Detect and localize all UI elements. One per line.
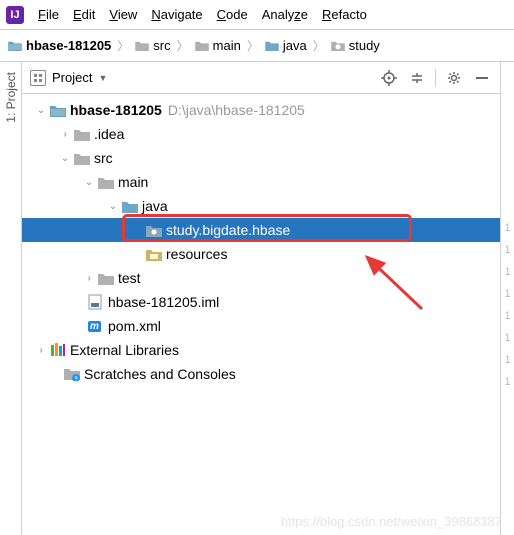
tree-label: src xyxy=(94,150,113,166)
expand-arrow-icon[interactable]: ⌄ xyxy=(58,151,72,165)
crumb-label: study xyxy=(349,38,380,53)
folder-icon xyxy=(195,40,209,51)
expand-arrow-icon[interactable]: ⌄ xyxy=(82,175,96,189)
crumb-label: java xyxy=(283,38,307,53)
expand-arrow-icon[interactable]: ⌄ xyxy=(106,199,120,213)
hide-icon[interactable] xyxy=(472,68,492,88)
chevron-down-icon: ▼ xyxy=(98,73,107,83)
crumb-label: main xyxy=(213,38,241,53)
expand-arrow-icon[interactable]: › xyxy=(34,343,48,357)
gutter-num: 1 xyxy=(504,222,510,234)
expand-arrow-icon[interactable]: › xyxy=(58,127,72,141)
maven-file-icon: m xyxy=(88,320,104,333)
tree-node-src[interactable]: ⌄ src xyxy=(22,146,500,170)
tree-node-external-libs[interactable]: › External Libraries xyxy=(22,338,500,362)
sidebar-tab-project[interactable]: 1: Project xyxy=(0,62,22,535)
project-tree: ⌄ hbase-181205 D:\java\hbase-181205 › .i… xyxy=(22,94,500,390)
tree-node-root[interactable]: ⌄ hbase-181205 D:\java\hbase-181205 xyxy=(22,98,500,122)
tree-node-iml[interactable]: › hbase-181205.iml xyxy=(22,290,500,314)
project-panel: Project ▼ ⌄ hbase-181205 D:\ xyxy=(22,62,500,535)
tree-label: External Libraries xyxy=(70,342,179,358)
gear-icon[interactable] xyxy=(444,68,464,88)
iml-file-icon xyxy=(88,296,104,309)
gutter-num: 1 xyxy=(504,244,510,256)
tree-label: java xyxy=(142,198,168,214)
tree-label: resources xyxy=(166,246,227,262)
sidebar-tab-label: 1: Project xyxy=(4,72,18,123)
chevron-right-icon: 〉 xyxy=(175,37,191,54)
locate-icon[interactable] xyxy=(379,68,399,88)
tree-label: test xyxy=(118,270,141,286)
crumb-label: hbase-181205 xyxy=(26,38,111,53)
menu-file[interactable]: File xyxy=(38,7,59,22)
chevron-right-icon: 〉 xyxy=(245,37,261,54)
tree-label: Scratches and Consoles xyxy=(84,366,236,382)
package-icon xyxy=(331,40,345,51)
resources-folder-icon xyxy=(146,248,162,261)
gutter-num: 1 xyxy=(504,266,510,278)
crumb-study[interactable]: study xyxy=(331,38,380,53)
module-icon xyxy=(8,40,22,51)
menu-refactor[interactable]: Refacto xyxy=(322,7,367,22)
scratches-icon xyxy=(64,368,80,381)
tree-label: main xyxy=(118,174,148,190)
expand-arrow-icon[interactable]: › xyxy=(82,271,96,285)
folder-icon xyxy=(74,152,90,165)
crumb-main[interactable]: main xyxy=(195,38,241,53)
tree-node-main[interactable]: ⌄ main xyxy=(22,170,500,194)
panel-title[interactable]: Project ▼ xyxy=(30,70,107,86)
tree-label: study.bigdate.hbase xyxy=(166,222,290,238)
chevron-right-icon: 〉 xyxy=(115,37,131,54)
crumb-src[interactable]: src xyxy=(135,38,170,53)
breadcrumb: hbase-181205 〉 src 〉 main 〉 java 〉 study xyxy=(0,30,514,62)
app-logo-icon: IJ xyxy=(6,6,24,24)
tree-label: pom.xml xyxy=(108,318,161,334)
tree-path: D:\java\hbase-181205 xyxy=(168,102,305,118)
menu-edit[interactable]: Edit xyxy=(73,7,95,22)
tree-label: .idea xyxy=(94,126,124,142)
tree-node-pom[interactable]: › m pom.xml xyxy=(22,314,500,338)
crumb-root[interactable]: hbase-181205 xyxy=(8,38,111,53)
tree-label: hbase-181205.iml xyxy=(108,294,219,310)
menu-analyze[interactable]: Analyze xyxy=(262,7,308,22)
collapse-all-icon[interactable] xyxy=(407,68,427,88)
folder-icon xyxy=(74,128,90,141)
menu-code[interactable]: Code xyxy=(217,7,248,22)
panel-title-label: Project xyxy=(52,70,92,85)
tree-node-java[interactable]: ⌄ java xyxy=(22,194,500,218)
folder-icon xyxy=(135,40,149,51)
libraries-icon xyxy=(50,344,66,357)
folder-icon xyxy=(98,272,114,285)
menu-navigate[interactable]: Navigate xyxy=(151,7,202,22)
source-folder-icon xyxy=(122,200,138,213)
tree-label: hbase-181205 xyxy=(70,102,162,118)
project-view-icon xyxy=(30,70,46,86)
tree-node-package-selected[interactable]: › study.bigdate.hbase xyxy=(22,218,500,242)
module-icon xyxy=(50,104,66,117)
editor-gutter: 1 1 1 1 1 1 1 1 xyxy=(500,62,514,535)
expand-arrow-icon[interactable]: ⌄ xyxy=(34,103,48,117)
package-icon xyxy=(146,224,162,237)
folder-icon xyxy=(98,176,114,189)
gutter-num: 1 xyxy=(504,310,510,322)
panel-header: Project ▼ xyxy=(22,62,500,94)
gutter-num: 1 xyxy=(504,332,510,344)
gutter-num: 1 xyxy=(504,354,510,366)
tree-node-idea[interactable]: › .idea xyxy=(22,122,500,146)
chevron-right-icon: 〉 xyxy=(311,37,327,54)
crumb-label: src xyxy=(153,38,170,53)
gutter-num: 1 xyxy=(504,288,510,300)
tree-node-test[interactable]: › test xyxy=(22,266,500,290)
menubar: IJ File Edit View Navigate Code Analyze … xyxy=(0,0,514,30)
menu-view[interactable]: View xyxy=(109,7,137,22)
tree-node-resources[interactable]: › resources xyxy=(22,242,500,266)
source-folder-icon xyxy=(265,40,279,51)
crumb-java[interactable]: java xyxy=(265,38,307,53)
tree-node-scratches[interactable]: › Scratches and Consoles xyxy=(22,362,500,386)
gutter-num: 1 xyxy=(504,376,510,388)
